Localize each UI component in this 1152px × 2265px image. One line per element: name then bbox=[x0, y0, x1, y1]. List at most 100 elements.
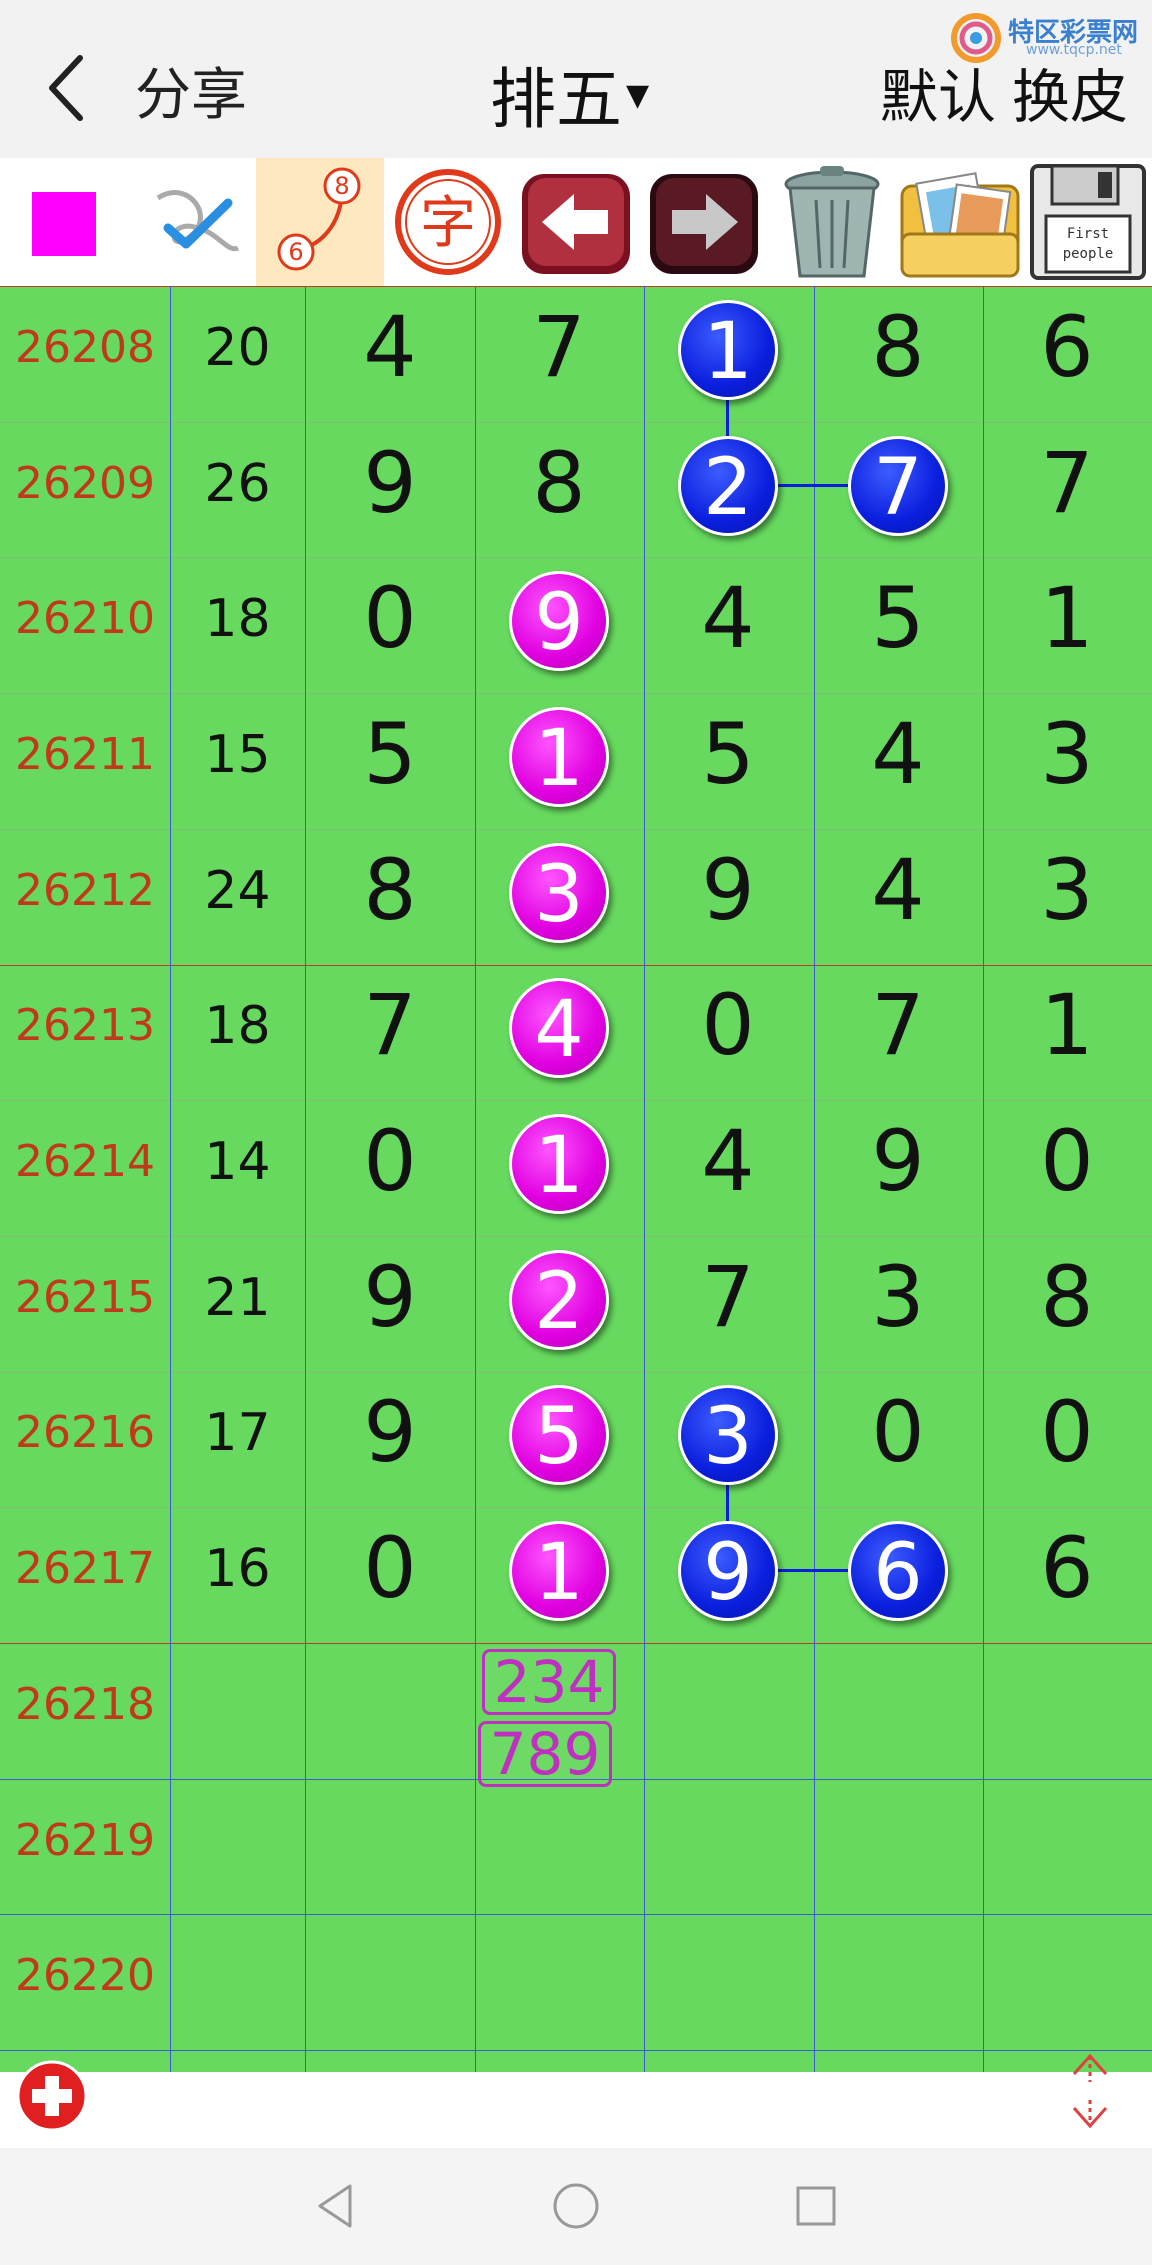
digit-sum: 21 bbox=[204, 1267, 271, 1328]
caret-down-icon: ▼ bbox=[626, 78, 650, 114]
draw-digit[interactable]: 3 bbox=[1007, 841, 1127, 939]
draw-digit[interactable]: 7 bbox=[1007, 434, 1127, 532]
scroll-toggle-button[interactable] bbox=[1060, 2048, 1120, 2134]
highlight-ball-blue[interactable]: 1 bbox=[678, 299, 778, 400]
issue-number: 26210 bbox=[15, 593, 155, 645]
draw-digit[interactable]: 0 bbox=[1007, 1112, 1127, 1210]
draw-digit[interactable]: 4 bbox=[838, 705, 958, 803]
draw-digit[interactable]: 4 bbox=[668, 1112, 788, 1210]
photo-folder-icon bbox=[900, 172, 1020, 278]
trend-chart-grid[interactable]: 26208 20 4 7 1 8 6 26209 26 9 8 2 7 7 26210 18 0 9 4 5 1 2621… bbox=[0, 286, 1152, 2072]
app-header: 分享 排五 ▼ 默认 换皮 特区彩票网 www.tqcp.net bbox=[0, 0, 1152, 158]
grid-row-divider bbox=[0, 1100, 1152, 1102]
draw-digit[interactable]: 0 bbox=[330, 569, 450, 667]
add-row-button[interactable] bbox=[14, 2058, 90, 2134]
digit-sum: 18 bbox=[204, 996, 271, 1057]
nav-back-icon[interactable] bbox=[306, 2176, 366, 2236]
pen-tool[interactable] bbox=[128, 158, 256, 286]
draw-digit[interactable]: 0 bbox=[330, 1112, 450, 1210]
save-button[interactable]: First people bbox=[1024, 158, 1152, 286]
draw-digit[interactable]: 4 bbox=[668, 569, 788, 667]
draw-digit[interactable]: 9 bbox=[330, 1383, 450, 1481]
highlight-ball-magenta[interactable]: 3 bbox=[509, 842, 609, 943]
draw-digit[interactable]: 3 bbox=[838, 1248, 958, 1346]
grid-row-divider bbox=[0, 1507, 1152, 1509]
draw-digit[interactable]: 0 bbox=[1007, 1383, 1127, 1481]
grid-column-divider bbox=[814, 286, 815, 2072]
draw-digit[interactable]: 4 bbox=[838, 841, 958, 939]
highlight-ball-magenta[interactable]: 1 bbox=[509, 1521, 609, 1622]
draw-digit[interactable]: 5 bbox=[330, 705, 450, 803]
draw-digit[interactable]: 9 bbox=[668, 841, 788, 939]
draw-digit[interactable]: 5 bbox=[838, 569, 958, 667]
watermark-logo: 特区彩票网 www.tqcp.net bbox=[950, 8, 1150, 68]
issue-number: 26213 bbox=[15, 1000, 155, 1052]
watermark-url: www.tqcp.net bbox=[1026, 42, 1122, 58]
highlight-ball-blue[interactable]: 9 bbox=[678, 1521, 778, 1622]
draw-digit[interactable]: 8 bbox=[330, 841, 450, 939]
draw-digit[interactable]: 7 bbox=[499, 298, 619, 396]
draw-digit[interactable]: 1 bbox=[1007, 569, 1127, 667]
connect-line-tool[interactable]: 8 6 bbox=[256, 158, 384, 286]
draw-digit[interactable]: 0 bbox=[668, 976, 788, 1074]
highlight-ball-magenta[interactable]: 1 bbox=[509, 706, 609, 807]
grid-row-divider bbox=[0, 557, 1152, 559]
draw-digit[interactable]: 8 bbox=[838, 298, 958, 396]
issue-number: 26208 bbox=[15, 321, 155, 373]
grid-row-divider bbox=[0, 1371, 1152, 1373]
highlight-ball-blue[interactable]: 3 bbox=[678, 1385, 778, 1486]
floppy-disk-icon: First people bbox=[1030, 164, 1146, 280]
share-button[interactable]: 分享 bbox=[135, 50, 247, 131]
text-char-icon: 字 bbox=[395, 169, 501, 275]
lottery-type-dropdown[interactable]: 排五 ▼ bbox=[490, 46, 649, 142]
prediction-box[interactable]: 234 bbox=[482, 1648, 616, 1715]
prediction-box[interactable]: 789 bbox=[478, 1720, 612, 1787]
draw-digit[interactable]: 3 bbox=[1007, 705, 1127, 803]
highlight-ball-blue[interactable]: 6 bbox=[848, 1521, 948, 1622]
draw-digit[interactable]: 9 bbox=[838, 1112, 958, 1210]
issue-number: 26220 bbox=[15, 1950, 155, 2002]
draw-digit[interactable]: 7 bbox=[668, 1248, 788, 1346]
highlight-ball-magenta[interactable]: 4 bbox=[509, 978, 609, 1079]
digit-sum: 26 bbox=[204, 453, 271, 514]
undo-button[interactable] bbox=[512, 158, 640, 286]
redo-button[interactable] bbox=[640, 158, 768, 286]
back-icon[interactable] bbox=[40, 48, 100, 128]
grid-row-divider bbox=[0, 693, 1152, 695]
draw-digit[interactable]: 1 bbox=[1007, 976, 1127, 1074]
digit-sum: 18 bbox=[204, 589, 271, 650]
draw-digit[interactable]: 6 bbox=[1007, 298, 1127, 396]
draw-digit[interactable]: 6 bbox=[1007, 1519, 1127, 1617]
digit-sum: 24 bbox=[204, 860, 271, 921]
grid-row-divider bbox=[0, 1643, 1152, 1644]
draw-digit[interactable]: 4 bbox=[330, 298, 450, 396]
draw-digit[interactable]: 0 bbox=[330, 1519, 450, 1617]
draw-digit[interactable]: 9 bbox=[330, 434, 450, 532]
draw-digit[interactable]: 7 bbox=[838, 976, 958, 1074]
highlight-ball-magenta[interactable]: 5 bbox=[509, 1385, 609, 1486]
text-tool[interactable]: 字 bbox=[384, 158, 512, 286]
draw-digit[interactable]: 0 bbox=[838, 1383, 958, 1481]
issue-number: 26218 bbox=[15, 1678, 155, 1730]
color-swatch-tool[interactable] bbox=[0, 158, 128, 286]
draw-digit[interactable]: 7 bbox=[330, 976, 450, 1074]
highlight-ball-magenta[interactable]: 2 bbox=[509, 1249, 609, 1350]
trash-icon bbox=[784, 166, 880, 278]
draw-digit[interactable]: 8 bbox=[1007, 1248, 1127, 1346]
clear-button[interactable] bbox=[768, 158, 896, 286]
nav-home-icon[interactable] bbox=[546, 2176, 606, 2236]
highlight-ball-magenta[interactable]: 9 bbox=[509, 571, 609, 672]
plus-icon bbox=[16, 2060, 88, 2132]
draw-digit[interactable]: 8 bbox=[499, 434, 619, 532]
page-title: 排五 bbox=[490, 61, 622, 138]
grid-row-divider bbox=[0, 828, 1152, 830]
images-button[interactable] bbox=[896, 158, 1024, 286]
nav-recents-icon[interactable] bbox=[786, 2176, 846, 2236]
issue-number: 26215 bbox=[15, 1271, 155, 1323]
highlight-ball-blue[interactable]: 7 bbox=[848, 435, 948, 536]
swirl-logo-icon bbox=[951, 13, 1001, 63]
highlight-ball-blue[interactable]: 2 bbox=[678, 435, 778, 536]
draw-digit[interactable]: 5 bbox=[668, 705, 788, 803]
highlight-ball-magenta[interactable]: 1 bbox=[509, 1114, 609, 1215]
draw-digit[interactable]: 9 bbox=[330, 1248, 450, 1346]
